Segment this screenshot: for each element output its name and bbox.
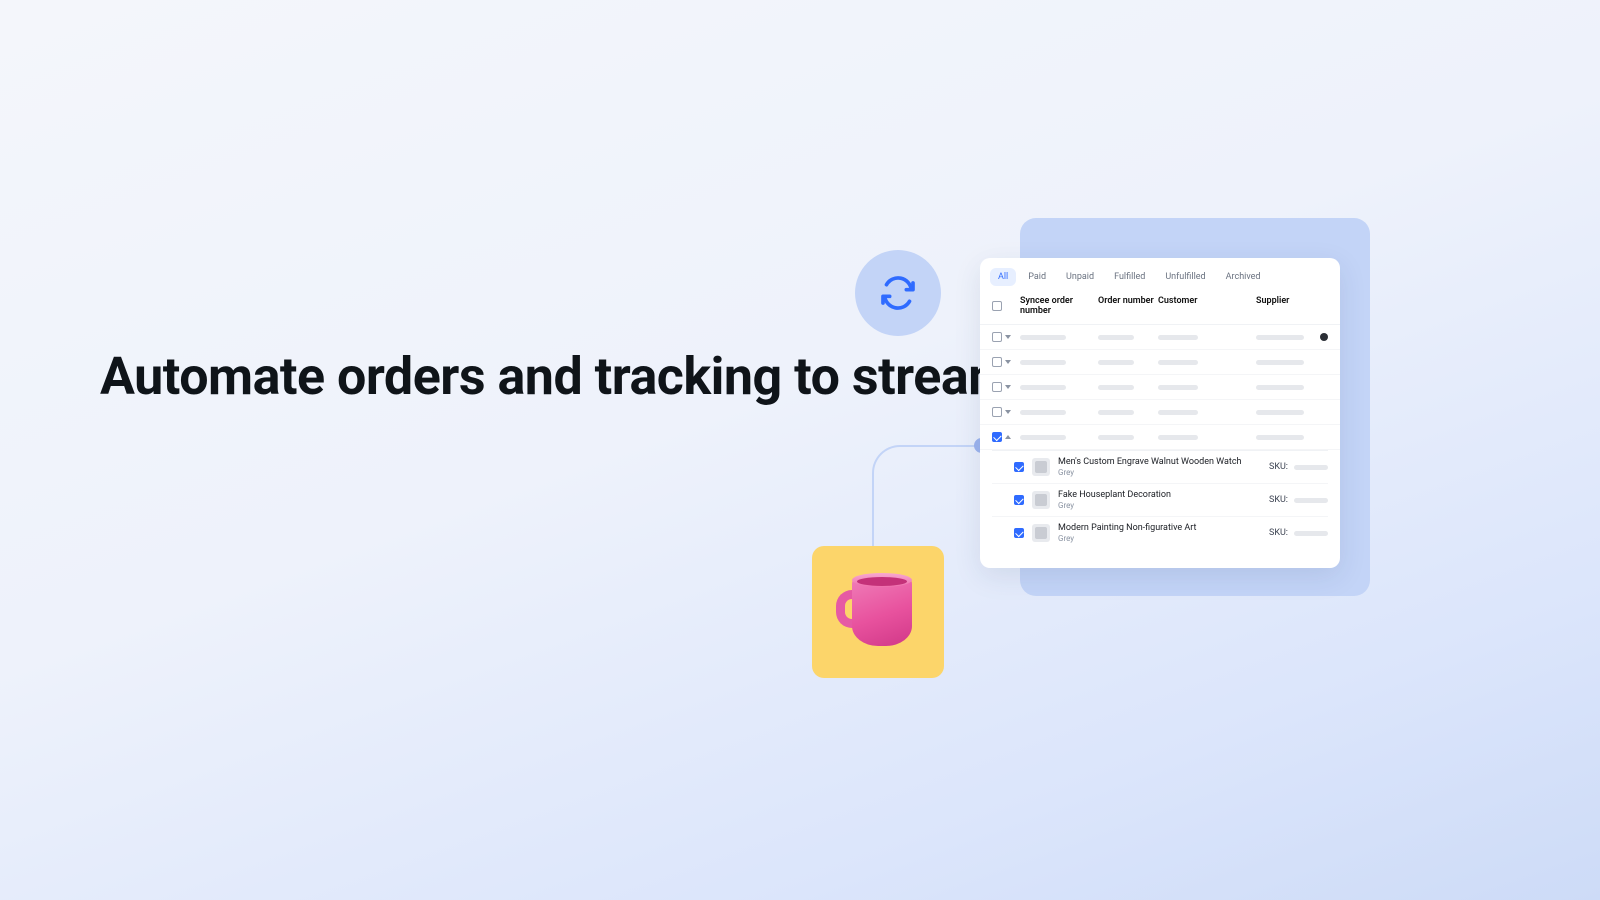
col-order-number: Order number: [1098, 296, 1158, 316]
tab-paid[interactable]: Paid: [1020, 268, 1054, 286]
chevron-up-icon[interactable]: [1005, 435, 1011, 439]
sku-label: SKU:: [1269, 462, 1288, 472]
line-item[interactable]: Fake Houseplant Decoration Grey SKU:: [992, 483, 1328, 516]
col-supplier: Supplier: [1256, 296, 1328, 316]
select-all-checkbox[interactable]: [992, 301, 1002, 311]
row-checkbox[interactable]: [992, 357, 1002, 367]
line-item-checkbox[interactable]: [1014, 495, 1024, 505]
table-row[interactable]: [980, 425, 1340, 450]
row-checkbox[interactable]: [992, 332, 1002, 342]
table-header: Syncee order number Order number Custome…: [980, 286, 1340, 325]
sku-label: SKU:: [1269, 495, 1288, 505]
col-customer: Customer: [1158, 296, 1230, 316]
row-checkbox[interactable]: [992, 432, 1002, 442]
chevron-down-icon[interactable]: [1005, 335, 1011, 339]
line-item-checkbox[interactable]: [1014, 462, 1024, 472]
col-syncee-order: Syncee order number: [1020, 296, 1098, 316]
table-row[interactable]: [980, 325, 1340, 350]
chevron-down-icon[interactable]: [1005, 360, 1011, 364]
product-thumbnail: [1032, 491, 1050, 509]
line-item-variant: Grey: [1058, 534, 1196, 543]
line-item-title: Modern Painting Non-figurative Art: [1058, 523, 1196, 533]
line-item-title: Men's Custom Engrave Walnut Wooden Watch: [1058, 457, 1242, 467]
chevron-down-icon[interactable]: [1005, 385, 1011, 389]
tab-fulfilled[interactable]: Fulfilled: [1106, 268, 1153, 286]
tab-archived[interactable]: Archived: [1218, 268, 1269, 286]
row-checkbox[interactable]: [992, 382, 1002, 392]
sync-badge: [855, 250, 941, 336]
product-thumbnail: [1032, 458, 1050, 476]
table-row[interactable]: [980, 350, 1340, 375]
line-items: Men's Custom Engrave Walnut Wooden Watch…: [980, 450, 1340, 553]
tab-unpaid[interactable]: Unpaid: [1058, 268, 1102, 286]
order-tabs: All Paid Unpaid Fulfilled Unfulfilled Ar…: [980, 258, 1340, 286]
line-item-checkbox[interactable]: [1014, 528, 1024, 538]
chevron-down-icon[interactable]: [1005, 410, 1011, 414]
tab-unfulfilled[interactable]: Unfulfilled: [1157, 268, 1213, 286]
sync-icon: [878, 273, 918, 313]
table-row[interactable]: [980, 400, 1340, 425]
line-item-variant: Grey: [1058, 468, 1242, 477]
line-item-variant: Grey: [1058, 501, 1171, 510]
status-dot: [1320, 333, 1328, 341]
product-card: [812, 546, 944, 678]
connector-line: [872, 445, 982, 555]
row-checkbox[interactable]: [992, 407, 1002, 417]
line-item[interactable]: Men's Custom Engrave Walnut Wooden Watch…: [992, 450, 1328, 483]
panel-front-card: All Paid Unpaid Fulfilled Unfulfilled Ar…: [980, 258, 1340, 568]
tab-all[interactable]: All: [990, 268, 1016, 286]
sku-label: SKU:: [1269, 528, 1288, 538]
line-item-title: Fake Houseplant Decoration: [1058, 490, 1171, 500]
product-thumbnail: [1032, 524, 1050, 542]
line-item[interactable]: Modern Painting Non-figurative Art Grey …: [992, 516, 1328, 549]
table-row[interactable]: [980, 375, 1340, 400]
mug-icon: [836, 576, 920, 648]
